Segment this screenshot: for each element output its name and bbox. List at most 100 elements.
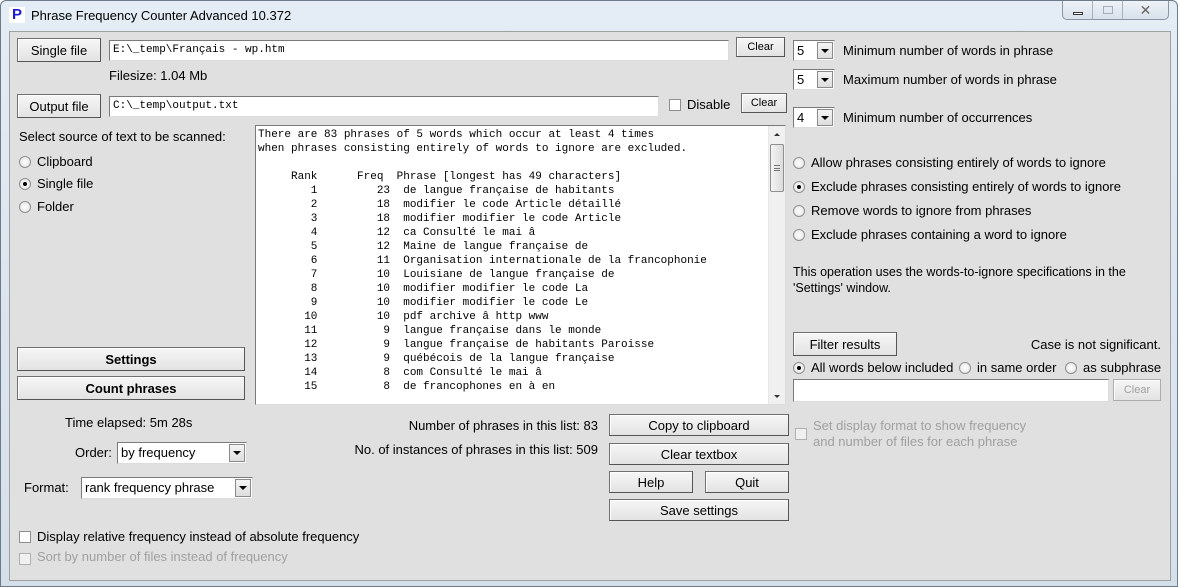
window-title: Phrase Frequency Counter Advanced 10.372 — [31, 8, 292, 23]
help-button[interactable]: Help — [609, 471, 693, 493]
scroll-up-icon[interactable] — [769, 126, 785, 142]
single-file-path-input[interactable]: E:\_temp\Français - wp.htm — [109, 40, 729, 61]
filter-mode-all-words[interactable]: All words below included — [793, 360, 953, 375]
display-format-label-line1: Set display format to show frequency — [813, 418, 1027, 433]
output-file-path-input[interactable]: C:\_temp\output.txt — [109, 96, 659, 117]
quit-button[interactable]: Quit — [705, 471, 789, 493]
maximize-button[interactable] — [1093, 1, 1123, 19]
main-panel: Single file E:\_temp\Français - wp.htm C… — [9, 31, 1171, 581]
radio-dot[interactable] — [19, 155, 31, 168]
source-option-single-file[interactable]: Single file — [19, 176, 93, 191]
results-row: 5 12 Maine de langue française de — [258, 241, 589, 253]
results-row: 13 9 québécois de la langue française — [258, 353, 615, 365]
ignore-mode-label: Allow phrases consisting entirely of wor… — [811, 155, 1106, 170]
single-file-clear-button[interactable]: Clear — [736, 37, 785, 57]
radio-dot[interactable] — [19, 200, 31, 213]
sort-by-files-label: Sort by number of files instead of frequ… — [37, 549, 288, 564]
checkbox-box — [19, 553, 31, 565]
filter-mode-subphrase[interactable]: as subphrase — [1065, 360, 1161, 375]
single-file-button[interactable]: Single file — [17, 38, 101, 62]
min-words-value: 5 — [797, 43, 805, 58]
radio-dot[interactable] — [793, 361, 805, 374]
order-value: by frequency — [121, 445, 196, 460]
scroll-thumb[interactable] — [770, 144, 784, 192]
results-scrollbar[interactable] — [768, 126, 785, 404]
radio-dot[interactable] — [793, 180, 805, 193]
results-summary: when phrases consisting entirely of word… — [258, 143, 688, 155]
case-note: Case is not significant. — [1030, 337, 1161, 352]
radio-dot[interactable] — [959, 361, 971, 374]
max-words-value: 5 — [797, 72, 805, 87]
source-option-clipboard[interactable]: Clipboard — [19, 154, 93, 169]
filter-mode-label: as subphrase — [1083, 360, 1162, 375]
checkbox-box[interactable] — [669, 98, 681, 111]
settings-button[interactable]: Settings — [17, 347, 245, 371]
ignore-mode-remove[interactable]: Remove words to ignore from phrases — [793, 203, 1031, 218]
source-option-folder[interactable]: Folder — [19, 199, 74, 214]
app-window: P Phrase Frequency Counter Advanced 10.3… — [0, 0, 1178, 587]
filter-results-button[interactable]: Filter results — [793, 332, 897, 356]
chevron-down-icon[interactable] — [817, 42, 833, 59]
results-row: 10 10 pdf archive â http www — [258, 311, 549, 323]
maximize-icon — [1102, 6, 1113, 14]
chevron-down-icon[interactable] — [235, 479, 251, 497]
max-words-select[interactable]: 5 — [793, 69, 835, 90]
app-logo-icon: P — [9, 7, 25, 23]
results-row: 3 18 modifier modifier le code Article — [258, 213, 622, 225]
display-format-label-line2: and number of files for each phrase — [813, 434, 1018, 449]
results-row: 6 11 Organisation internationale de la f… — [258, 255, 707, 267]
display-relative-frequency-checkbox[interactable]: Display relative frequency instead of ab… — [19, 529, 359, 544]
time-elapsed-label: Time elapsed: 5m 28s — [65, 415, 193, 430]
filter-mode-same-order[interactable]: in same order — [959, 360, 1056, 375]
close-button[interactable]: ✕ — [1123, 1, 1168, 19]
order-label: Order: — [75, 445, 112, 460]
title-bar: P Phrase Frequency Counter Advanced 10.3… — [1, 1, 1177, 29]
chevron-down-icon[interactable] — [817, 71, 833, 88]
results-row: 15 8 de francophones en à en — [258, 381, 556, 393]
filter-words-input[interactable] — [793, 379, 1109, 402]
radio-dot[interactable] — [793, 204, 805, 217]
ignore-mode-allow[interactable]: Allow phrases consisting entirely of wor… — [793, 155, 1106, 170]
format-select[interactable]: rank frequency phrase — [81, 477, 253, 499]
radio-dot[interactable] — [19, 177, 31, 190]
disable-output-checkbox[interactable]: Disable — [669, 97, 730, 112]
results-header: Rank Freq Phrase [longest has 49 charact… — [258, 171, 622, 183]
results-row: 14 8 com Consulté le mai â — [258, 367, 542, 379]
results-textbox[interactable]: There are 83 phrases of 5 words which oc… — [255, 125, 786, 405]
results-row: 2 18 modifier le code Article détaillé — [258, 199, 622, 211]
count-phrases-button[interactable]: Count phrases — [17, 376, 245, 400]
checkbox-box[interactable] — [19, 530, 31, 543]
results-row: 1 23 de langue française de habitants — [258, 185, 615, 197]
copy-to-clipboard-button[interactable]: Copy to clipboard — [609, 414, 789, 436]
clear-textbox-button[interactable]: Clear textbox — [609, 443, 789, 465]
minimize-button[interactable] — [1063, 1, 1093, 19]
output-file-button[interactable]: Output file — [17, 94, 101, 118]
minimize-icon — [1072, 11, 1083, 15]
display-relative-frequency-label: Display relative frequency instead of ab… — [37, 529, 360, 544]
results-row: 9 10 modifier modifier le code Le — [258, 297, 589, 309]
save-settings-button[interactable]: Save settings — [609, 499, 789, 521]
format-label: Format: — [24, 480, 69, 495]
chevron-down-icon[interactable] — [229, 444, 245, 462]
ignore-mode-exclude-entirely[interactable]: Exclude phrases consisting entirely of w… — [793, 179, 1121, 194]
chevron-down-icon[interactable] — [817, 109, 833, 126]
min-occurrences-select[interactable]: 4 — [793, 107, 835, 128]
ignore-mode-label: Remove words to ignore from phrases — [811, 203, 1032, 218]
results-blank-line — [258, 156, 707, 170]
radio-dot[interactable] — [793, 228, 805, 241]
scroll-down-icon[interactable] — [769, 388, 785, 404]
results-row: 4 12 ca Consulté le mai â — [258, 227, 536, 239]
results-row: 8 10 modifier modifier le code La — [258, 283, 589, 295]
output-file-clear-button[interactable]: Clear — [741, 93, 787, 113]
radio-dot[interactable] — [793, 156, 805, 169]
window-controls: ✕ — [1062, 1, 1169, 20]
radio-dot[interactable] — [1065, 361, 1077, 374]
grip-icon — [774, 165, 780, 171]
display-format-label: Set display format to show frequency and… — [813, 418, 1026, 450]
order-select[interactable]: by frequency — [117, 442, 247, 464]
phrase-count-label: Number of phrases in this list: 83 — [408, 418, 598, 433]
source-option-label: Clipboard — [37, 154, 93, 169]
min-words-select[interactable]: 5 — [793, 40, 835, 61]
source-heading: Select source of text to be scanned: — [19, 129, 226, 144]
ignore-mode-exclude-containing[interactable]: Exclude phrases containing a word to ign… — [793, 227, 1067, 242]
